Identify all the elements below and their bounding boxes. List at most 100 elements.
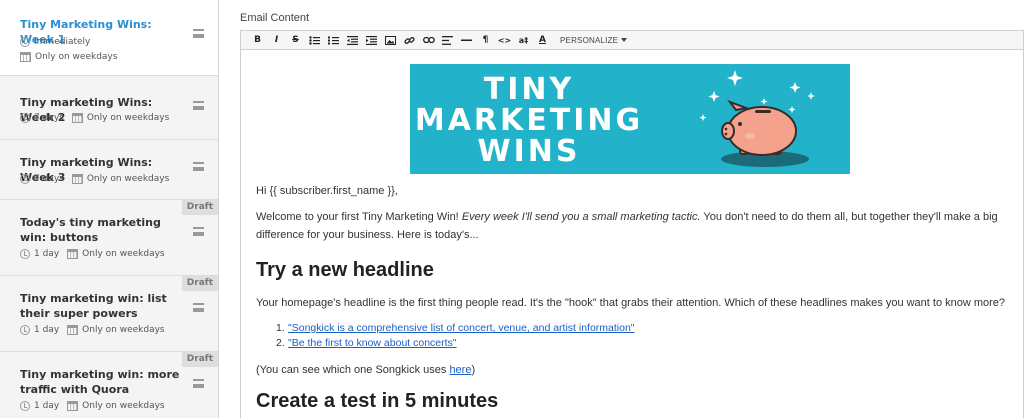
intro-paragraph: Welcome to your first Tiny Marketing Win… bbox=[256, 208, 1016, 244]
image-icon bbox=[385, 35, 396, 45]
sequence-item-meta: 7 days Only on weekdays bbox=[20, 174, 169, 184]
sequence-item-week-3[interactable]: Tiny marketing Wins: Week 3 7 days Only … bbox=[0, 140, 218, 200]
unlink-icon bbox=[422, 36, 435, 44]
drag-handle-icon[interactable] bbox=[193, 29, 204, 38]
songkick-paragraph: (You can see which one Songkick uses her… bbox=[256, 361, 1016, 379]
banner-image: TINY MARKETING WINS bbox=[410, 64, 850, 174]
headline-paragraph: Your homepage's headline is the first th… bbox=[256, 297, 1006, 309]
numbered-list-icon bbox=[328, 36, 339, 44]
sequence-item-title: Tiny marketing win: more traffic with Qu… bbox=[20, 368, 180, 396]
clock-icon bbox=[20, 401, 30, 411]
unlink-button[interactable] bbox=[419, 32, 438, 48]
clear-format-button[interactable]: a‡ bbox=[514, 32, 533, 48]
calendar-icon bbox=[71, 113, 83, 123]
heading-try-headline: Try a new headline bbox=[256, 259, 434, 281]
sequence-item-title: Today's tiny marketing win: buttons bbox=[20, 216, 161, 244]
calendar-icon bbox=[67, 401, 79, 411]
sequence-item-meta: 1 day Only on weekdays bbox=[20, 401, 165, 411]
clock-icon bbox=[20, 113, 30, 123]
schedule-label: Only on weekdays bbox=[86, 174, 170, 184]
paragraph-button[interactable]: ¶ bbox=[476, 32, 495, 48]
sequence-item-title: Tiny marketing win: list their super pow… bbox=[20, 292, 167, 320]
headline-option-link[interactable]: "Songkick is a comprehensive list of con… bbox=[288, 322, 635, 334]
sequence-item-schedule: Only on weekdays bbox=[20, 52, 117, 62]
songkick-text: (You can see which one Songkick uses bbox=[256, 364, 450, 376]
align-button[interactable] bbox=[438, 32, 457, 48]
email-editor-panel: Email Content B I S ¶ <> a‡ A PERSONALIZ… bbox=[219, 0, 1024, 418]
sequence-sidebar: Tiny Marketing Wins: Week 1 Immediately … bbox=[0, 0, 219, 418]
schedule-label: Only on weekdays bbox=[82, 401, 165, 411]
calendar-icon bbox=[71, 174, 83, 184]
sequence-item-meta: 1 day Only on weekdays bbox=[20, 249, 165, 259]
heading-create-test: Create a test in 5 minutes bbox=[256, 390, 499, 412]
draft-badge: Draft bbox=[181, 352, 218, 367]
italic-button[interactable]: I bbox=[267, 32, 286, 48]
schedule-label: Only on weekdays bbox=[82, 325, 165, 335]
horizontal-rule-icon bbox=[461, 39, 472, 41]
sequence-item-super-powers[interactable]: Draft Tiny marketing win: list their sup… bbox=[0, 276, 218, 352]
align-left-icon bbox=[442, 35, 453, 45]
sequence-item-week-1[interactable]: Tiny Marketing Wins: Week 1 Immediately … bbox=[0, 0, 218, 76]
sequence-item-quora[interactable]: Draft Tiny marketing win: more traffic w… bbox=[0, 352, 218, 418]
headline-options-list: 1. "Songkick is a comprehensive list of c… bbox=[276, 321, 635, 351]
bold-button[interactable]: B bbox=[248, 32, 267, 48]
headline-option-link[interactable]: "Be the first to know about concerts" bbox=[288, 337, 457, 349]
draft-badge: Draft bbox=[181, 200, 218, 215]
calendar-icon bbox=[67, 249, 79, 259]
delay-label: 1 day bbox=[34, 249, 60, 259]
horizontal-rule-button[interactable] bbox=[457, 32, 476, 48]
calendar-icon bbox=[20, 52, 31, 62]
sequence-item-week-2[interactable]: Tiny marketing Wins: Week 2 7 days Only … bbox=[0, 76, 218, 140]
draft-badge: Draft bbox=[181, 276, 218, 291]
sequence-item-meta: 7 days Only on weekdays bbox=[20, 113, 169, 123]
intro-text-start: Welcome to your first Tiny Marketing Win… bbox=[256, 211, 462, 223]
list-item: 2. "Be the first to know about concerts" bbox=[276, 336, 635, 351]
editor-toolbar: B I S ¶ <> a‡ A PERSONALIZE bbox=[241, 31, 1023, 50]
personalize-dropdown[interactable]: PERSONALIZE bbox=[560, 35, 628, 45]
greeting-text: Hi {{ subscriber.first_name }}, bbox=[256, 185, 398, 197]
list-number: 1. bbox=[276, 322, 285, 334]
caret-down-icon bbox=[621, 38, 628, 42]
intro-emphasis: Every week I'll send you a small marketi… bbox=[461, 211, 701, 223]
drag-handle-icon[interactable] bbox=[193, 162, 204, 171]
code-button[interactable]: <> bbox=[495, 32, 514, 48]
drag-handle-icon[interactable] bbox=[193, 379, 204, 388]
rich-text-editor[interactable]: B I S ¶ <> a‡ A PERSONALIZE TINY MARKETI… bbox=[240, 30, 1024, 418]
delay-label: Immediately bbox=[34, 37, 91, 47]
drag-handle-icon[interactable] bbox=[193, 101, 204, 110]
outdent-icon bbox=[347, 35, 358, 45]
list-item: 1. "Songkick is a comprehensive list of c… bbox=[276, 321, 635, 336]
indent-button[interactable] bbox=[362, 32, 381, 48]
numbered-list-button[interactable] bbox=[324, 32, 343, 48]
delay-label: 1 day bbox=[34, 401, 60, 411]
bullet-list-button[interactable] bbox=[305, 32, 324, 48]
clock-icon bbox=[20, 325, 30, 335]
drag-handle-icon[interactable] bbox=[193, 303, 204, 312]
delay-label: 7 days bbox=[34, 174, 64, 184]
delay-label: 1 day bbox=[34, 325, 60, 335]
bullet-list-icon bbox=[309, 35, 320, 45]
sequence-item-meta: 1 day Only on weekdays bbox=[20, 325, 165, 335]
sequence-item-delay: Immediately bbox=[20, 37, 90, 47]
clock-icon bbox=[20, 174, 30, 184]
link-button[interactable] bbox=[400, 32, 419, 48]
schedule-label: Only on weekdays bbox=[86, 113, 170, 123]
indent-icon bbox=[366, 35, 377, 45]
personalize-label: PERSONALIZE bbox=[560, 35, 619, 45]
here-link[interactable]: here bbox=[449, 364, 471, 376]
link-icon bbox=[404, 36, 415, 44]
sequence-item-buttons[interactable]: Draft Today's tiny marketing win: button… bbox=[0, 200, 218, 276]
strikethrough-button[interactable]: S bbox=[286, 32, 305, 48]
image-button[interactable] bbox=[381, 32, 400, 48]
text-color-button[interactable]: A bbox=[533, 32, 552, 48]
clock-icon bbox=[20, 37, 30, 47]
drag-handle-icon[interactable] bbox=[193, 227, 204, 236]
clock-icon bbox=[20, 249, 30, 259]
schedule-label: Only on weekdays bbox=[82, 249, 165, 259]
outdent-button[interactable] bbox=[343, 32, 362, 48]
schedule-label: Only on weekdays bbox=[35, 52, 118, 62]
list-number: 2. bbox=[276, 337, 285, 349]
songkick-text-end: ) bbox=[471, 364, 476, 376]
delay-label: 7 days bbox=[34, 113, 64, 123]
calendar-icon bbox=[67, 325, 79, 335]
